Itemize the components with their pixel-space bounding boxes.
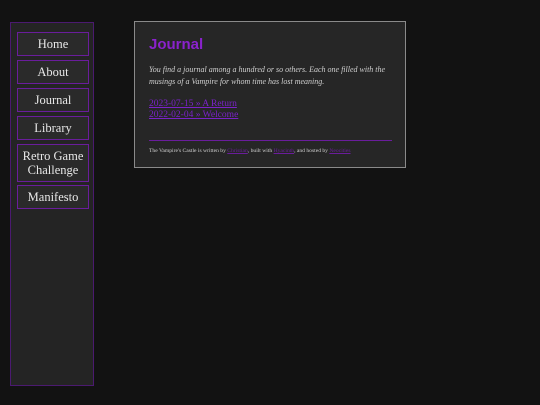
nav-home-button[interactable]: Home xyxy=(17,32,89,56)
footer-text: , and hosted by xyxy=(294,148,330,154)
nav-journal-button[interactable]: Journal xyxy=(17,88,89,112)
nav-retro-game-challenge-button[interactable]: Retro Game Challenge xyxy=(17,144,89,182)
footer-author-link[interactable]: Christian xyxy=(227,148,248,154)
page-footer: The Vampire's Castle is written by Chris… xyxy=(149,148,401,154)
footer-host-link[interactable]: Neocities xyxy=(329,148,350,154)
sidebar-nav: Home About Journal Library Retro Game Ch… xyxy=(10,22,94,386)
journal-intro-text: You find a journal among a hundred or so… xyxy=(149,65,386,86)
footer-text: The Vampire's Castle is written by xyxy=(149,148,228,154)
footer-text: , built with xyxy=(247,148,274,154)
page-title: Journal xyxy=(149,36,204,53)
nav-library-button[interactable]: Library xyxy=(17,116,89,140)
journal-entry-link[interactable]: 2022-02-04 » Welcome xyxy=(149,110,238,120)
footer-builder-link[interactable]: Hyacinth xyxy=(274,148,295,154)
nav-manifesto-button[interactable]: Manifesto xyxy=(17,185,89,209)
journal-entry-link[interactable]: 2023-07-15 » A Return xyxy=(149,99,237,109)
footer-divider xyxy=(149,140,392,141)
nav-about-button[interactable]: About xyxy=(17,60,89,84)
journal-card: Journal You find a journal among a hundr… xyxy=(134,21,406,168)
